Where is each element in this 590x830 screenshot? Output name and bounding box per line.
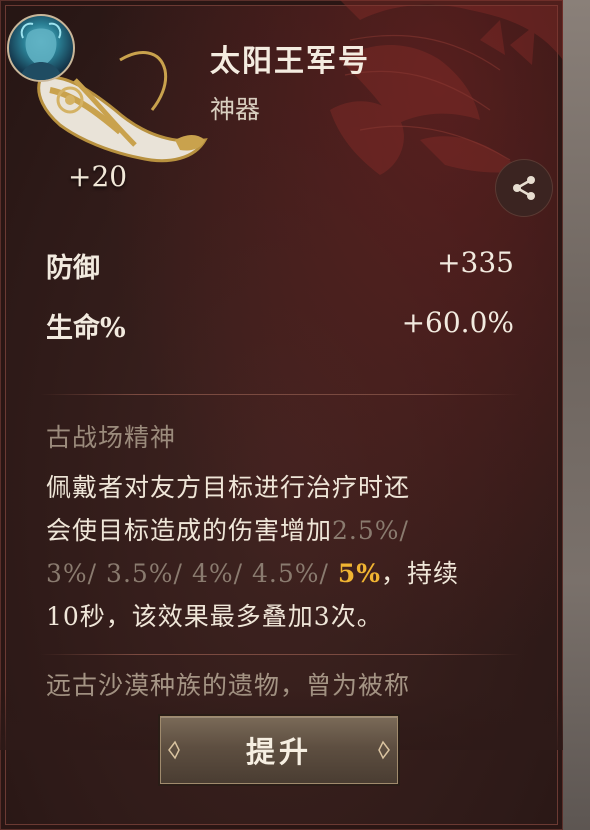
upgrade-button[interactable]: 提升 bbox=[160, 716, 398, 784]
ornament-icon bbox=[378, 740, 390, 760]
tier-value: 3.5%/ bbox=[106, 559, 183, 588]
skill-line: 会使目标造成的伤害增加2.5%/ bbox=[46, 509, 516, 552]
artifact-type: 神器 bbox=[210, 95, 261, 124]
background-edge bbox=[563, 0, 590, 830]
divider bbox=[40, 394, 520, 395]
skill-text: 会使目标造成的伤害增加 bbox=[46, 516, 333, 545]
portrait-face-icon bbox=[19, 22, 63, 80]
tier-value: 2.5%/ bbox=[332, 516, 409, 545]
skill-line: 10秒，该效果最多叠加3次。 bbox=[46, 602, 383, 631]
skill-line: 3%/ 3.5%/ 4%/ 4.5%/ 5%，持续 bbox=[46, 552, 516, 595]
current-tier-value: 5% bbox=[337, 559, 382, 588]
share-button[interactable] bbox=[496, 160, 552, 216]
hero-portrait[interactable] bbox=[7, 14, 75, 82]
upgrade-button-label: 提升 bbox=[245, 735, 312, 769]
stat-row-hp-percent: 生命% +60.0% bbox=[46, 306, 514, 345]
skill-text: ，持续 bbox=[381, 559, 460, 588]
skill-description: 佩戴者对友方目标进行治疗时还 会使目标造成的伤害增加2.5%/ 3%/ 3.5%… bbox=[46, 466, 516, 638]
share-icon bbox=[513, 176, 535, 200]
divider bbox=[40, 654, 520, 655]
artifact-name: 太阳王军号 bbox=[210, 44, 370, 79]
stat-value: +60.0% bbox=[401, 306, 514, 339]
stat-label: 防御 bbox=[46, 253, 100, 284]
skill-line: 佩戴者对友方目标进行治疗时还 bbox=[46, 473, 411, 502]
stat-row-defense: 防御 +335 bbox=[46, 246, 514, 285]
tier-value: 3%/ bbox=[46, 559, 98, 588]
stat-value: +335 bbox=[437, 246, 514, 279]
tier-value: 4%/ bbox=[191, 559, 244, 588]
ornament-icon bbox=[168, 740, 180, 760]
skill-name: 古战场精神 bbox=[46, 423, 177, 452]
artifact-detail-panel: +20 太阳王军号 神器 防御 +335 生命% +60.0% 古战场精神 佩戴… bbox=[0, 0, 563, 830]
artifact-level: +20 bbox=[68, 160, 128, 193]
stat-label: 生命% bbox=[46, 313, 126, 344]
tier-value: 4.5%/ bbox=[251, 559, 329, 588]
